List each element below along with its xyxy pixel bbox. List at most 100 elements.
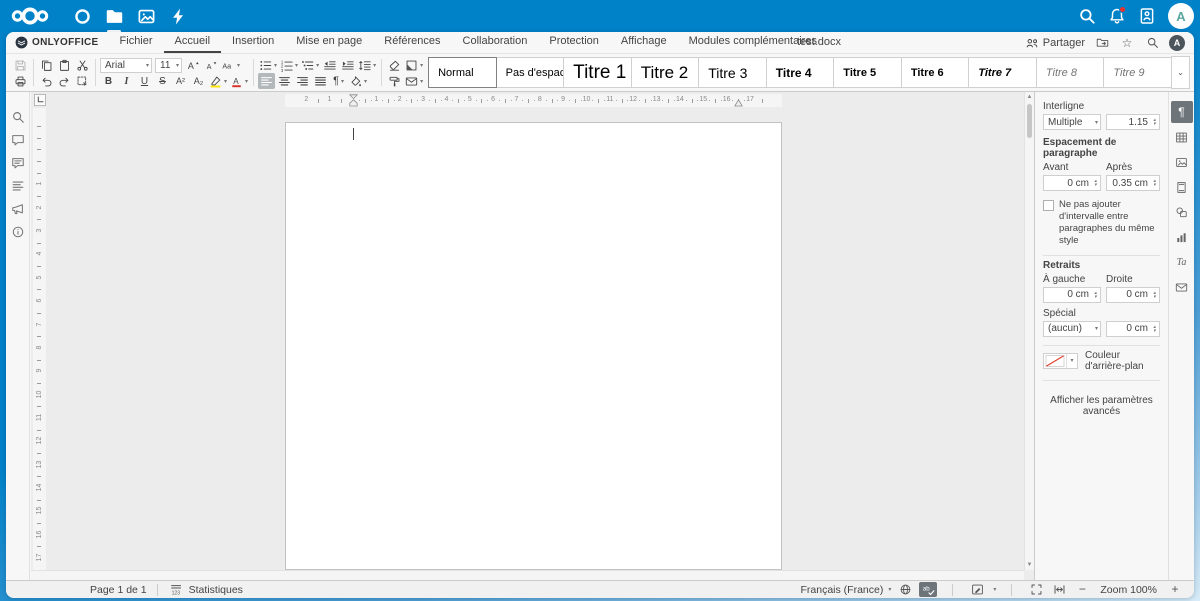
- paragraph-settings-button[interactable]: ¶: [1170, 101, 1193, 123]
- image-settings-button[interactable]: [1171, 151, 1193, 173]
- spinner-arrows-icon[interactable]: ▴ ▾: [1091, 179, 1100, 188]
- decrease-font-size-button[interactable]: A: [203, 57, 220, 73]
- style-titre-6[interactable]: Titre 6: [900, 57, 970, 88]
- find-and-replace-button[interactable]: [6, 105, 30, 128]
- search-button[interactable]: [1144, 35, 1160, 51]
- zoom-out-button[interactable]: −: [1073, 582, 1091, 597]
- styles-more-button[interactable]: ⌄: [1171, 56, 1190, 89]
- no-interval-checkbox[interactable]: [1043, 200, 1054, 211]
- scrollbar-thumb[interactable]: [1027, 104, 1032, 138]
- cut-button[interactable]: [74, 57, 91, 73]
- user-avatar[interactable]: A: [1168, 3, 1194, 29]
- mail-merge-settings-button[interactable]: [1171, 276, 1193, 298]
- superscript-button[interactable]: A²: [172, 73, 189, 89]
- tab-affichage[interactable]: Affichage: [610, 32, 678, 53]
- align-center-button[interactable]: [276, 73, 293, 89]
- vertical-ruler[interactable]: 1 2 3 4 5 6 7 8 9 10 11 12 13 14 15 16 17: [33, 108, 46, 570]
- editor-avatar[interactable]: A: [1169, 34, 1185, 51]
- nonprinting-characters-button[interactable]: ¶ ▾: [330, 73, 347, 89]
- open-file-location-button[interactable]: [1094, 35, 1110, 51]
- set-document-language-button[interactable]: [896, 582, 914, 597]
- background-color-picker[interactable]: ▾: [1043, 352, 1078, 369]
- change-case-button[interactable]: Aa ▾: [221, 57, 241, 73]
- tab-accueil[interactable]: Accueil: [163, 32, 222, 53]
- clear-style-button[interactable]: [386, 57, 403, 73]
- notifications-button[interactable]: [1102, 0, 1132, 32]
- font-size-combo[interactable]: 11 ▾: [155, 57, 182, 73]
- spinner-arrows-icon[interactable]: ▴ ▾: [1150, 179, 1159, 188]
- document-page[interactable]: [285, 122, 782, 570]
- style-normal[interactable]: Normal: [428, 57, 497, 88]
- underline-button[interactable]: U: [136, 73, 153, 89]
- font-color-button[interactable]: A ▾: [229, 73, 249, 89]
- tab-protection[interactable]: Protection: [538, 32, 610, 53]
- style-titre-4[interactable]: Titre 4: [765, 57, 835, 88]
- tab-insertion[interactable]: Insertion: [221, 32, 285, 53]
- tab-fichier[interactable]: Fichier: [109, 32, 164, 53]
- indent-right-spinner[interactable]: 0 cm ▴ ▾: [1106, 286, 1160, 303]
- share-button[interactable]: Partager: [1025, 36, 1085, 50]
- show-advanced-settings-link[interactable]: Afficher les paramètres avancés: [1043, 395, 1160, 417]
- activity-app-button[interactable]: [162, 0, 194, 32]
- numbering-button[interactable]: 1 2 3 ▾: [279, 57, 299, 73]
- about-button[interactable]: [6, 220, 30, 243]
- align-right-button[interactable]: [294, 73, 311, 89]
- fit-page-button[interactable]: [1027, 582, 1045, 597]
- unified-search-button[interactable]: [1072, 0, 1102, 32]
- document-canvas[interactable]: 1 2 3 4 5 6 7 8 9 10 11 12 13 14 15 16 17 1 2 1 2 3 4 5 6 7 8 9 10 1…: [31, 92, 1034, 580]
- fit-width-button[interactable]: [1050, 582, 1068, 597]
- paragraph-shading-button[interactable]: ▾: [348, 73, 368, 89]
- copy-style-button[interactable]: [386, 73, 403, 89]
- zoom-in-button[interactable]: +: [1166, 582, 1184, 597]
- style-titre-3[interactable]: Titre 3: [698, 57, 767, 88]
- chat-button[interactable]: [6, 151, 30, 174]
- tab-selector[interactable]: [34, 94, 46, 106]
- bullets-button[interactable]: ▾: [258, 57, 278, 73]
- document-language-button[interactable]: Français (France) ▾: [800, 584, 891, 596]
- right-indent-marker-icon[interactable]: [733, 99, 743, 107]
- tab-mise-en-page[interactable]: Mise en page: [285, 32, 373, 53]
- undo-button[interactable]: [38, 73, 55, 89]
- mail-merge-button[interactable]: ▾: [404, 73, 424, 89]
- spell-checking-button[interactable]: ab: [919, 582, 938, 597]
- copy-button[interactable]: [38, 57, 55, 73]
- feedback-button[interactable]: [6, 197, 30, 220]
- shape-settings-button[interactable]: [1171, 201, 1193, 223]
- style-titre-2[interactable]: Titre 2: [630, 57, 700, 88]
- strikethrough-button[interactable]: S: [154, 73, 171, 89]
- bold-button[interactable]: B: [100, 73, 117, 89]
- files-app-button[interactable]: [98, 0, 130, 33]
- italic-button[interactable]: I: [118, 73, 135, 89]
- scroll-up-icon[interactable]: ▲: [1025, 94, 1034, 100]
- align-justify-button[interactable]: [312, 73, 329, 89]
- horizontal-scroll-area[interactable]: [31, 570, 1024, 580]
- subscript-button[interactable]: A₂: [190, 73, 207, 89]
- highlight-color-button[interactable]: ▾: [208, 73, 228, 89]
- horizontal-ruler[interactable]: 1 2 3 4 5 6 7 8 9 10 11 12 13 14 15 16 17 1 2: [285, 94, 782, 107]
- table-settings-button[interactable]: [1171, 126, 1193, 148]
- spinner-arrows-icon[interactable]: ▴ ▾: [1091, 290, 1100, 299]
- spacing-before-spinner[interactable]: 0 cm ▴ ▾: [1043, 175, 1101, 191]
- increase-font-size-button[interactable]: A: [185, 57, 202, 73]
- style-pas-d-espace[interactable]: Pas d'espace: [495, 57, 565, 88]
- paste-button[interactable]: [56, 57, 73, 73]
- tab-collaboration[interactable]: Collaboration: [452, 32, 539, 53]
- line-spacing-button[interactable]: ▾: [357, 57, 377, 73]
- print-button[interactable]: [12, 73, 29, 89]
- style-titre-1[interactable]: Titre 1: [563, 57, 632, 88]
- style-titre-7[interactable]: Titre 7: [968, 57, 1037, 88]
- line-spacing-select[interactable]: Multiple ▾: [1043, 114, 1101, 130]
- align-left-button[interactable]: [258, 73, 276, 89]
- spacing-after-spinner[interactable]: 0.35 cm ▴ ▾: [1106, 175, 1160, 191]
- photos-app-button[interactable]: [130, 0, 162, 32]
- statistics-icon[interactable]: 123: [168, 582, 186, 597]
- comments-button[interactable]: [6, 128, 30, 151]
- decrease-indent-button[interactable]: [321, 57, 338, 73]
- indent-markers-icon[interactable]: [348, 94, 358, 107]
- redo-button[interactable]: [56, 73, 73, 89]
- favorite-button[interactable]: ☆: [1119, 35, 1135, 51]
- contacts-menu-button[interactable]: [1132, 0, 1162, 32]
- style-titre-8[interactable]: Titre 8: [1035, 57, 1105, 88]
- line-spacing-amount-spinner[interactable]: 1.15 ▴ ▾: [1106, 114, 1160, 130]
- spinner-arrows-icon[interactable]: ▴ ▾: [1150, 118, 1159, 127]
